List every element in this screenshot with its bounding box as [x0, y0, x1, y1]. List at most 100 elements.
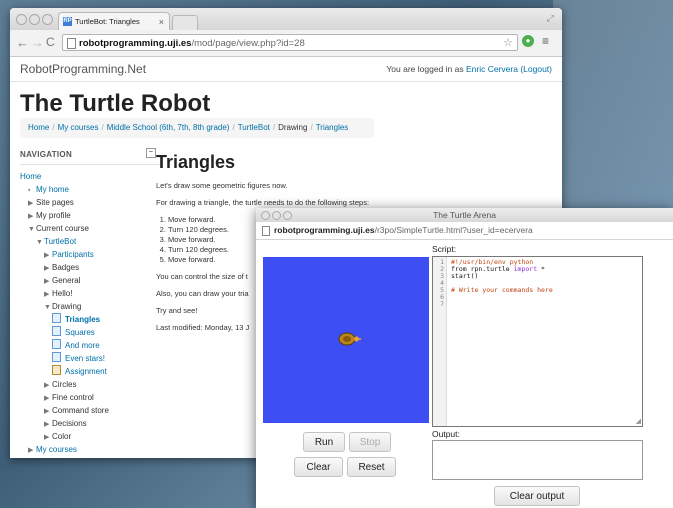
nav-item-label[interactable]: Badges — [52, 263, 79, 272]
nav-item-turtlebot[interactable]: ▼TurtleBot — [20, 235, 160, 248]
extension-icon[interactable]: ● — [522, 35, 534, 47]
page-resource-icon — [52, 326, 61, 336]
nav-item-even-stars[interactable]: Even stars! — [20, 352, 160, 365]
nav-item-label[interactable]: Circles — [52, 380, 76, 389]
browser-titlebar: RP TurtleBot: Triangles × ⤢ — [10, 8, 562, 30]
nav-item-fine-control[interactable]: ▶ Fine control — [20, 391, 160, 404]
nav-item-current-course[interactable]: ▼Current course — [20, 222, 160, 235]
nav-item-label[interactable]: Squares — [65, 328, 95, 337]
nav-item-label[interactable]: And more — [65, 341, 100, 350]
clear-output-button[interactable]: Clear output — [494, 486, 580, 506]
breadcrumb-separator: / — [101, 123, 104, 132]
navigation-heading: NAVIGATION − — [20, 148, 160, 165]
reset-button[interactable]: Reset — [347, 457, 396, 477]
navigation-tree: Home ▪ My home ▶ Site pages ▶ My profile ▼Curre… — [20, 170, 160, 456]
nav-item-hello[interactable]: ▶ Hello! — [20, 287, 160, 300]
nav-item-drawing[interactable]: ▼Drawing — [20, 300, 160, 313]
nav-item-command-store[interactable]: ▶ Command store — [20, 404, 160, 417]
breadcrumb-middle-school[interactable]: Middle School (6th, 7th, 8th grade) — [107, 123, 230, 132]
address-bar[interactable]: robotprogramming.uji.es/mod/page/view.ph… — [62, 34, 518, 51]
nav-item-label[interactable]: Site pages — [36, 198, 74, 207]
new-tab-button[interactable] — [172, 15, 198, 30]
nav-item-general[interactable]: ▶ General — [20, 274, 160, 287]
hamburger-menu-icon[interactable]: ≡ — [542, 34, 549, 48]
nav-item-label[interactable]: Hello! — [52, 289, 72, 298]
breadcrumb-triangles[interactable]: Triangles — [316, 123, 349, 132]
nav-item-my-profile[interactable]: ▶ My profile — [20, 209, 160, 222]
nav-item-label[interactable]: Current course — [36, 224, 89, 233]
nav-item-label[interactable]: Assignment — [65, 367, 107, 376]
run-button[interactable]: Run — [303, 432, 345, 452]
nav-item-my-home[interactable]: ▪ My home — [20, 183, 160, 196]
nav-item-label[interactable]: Participants — [52, 250, 94, 259]
nav-item-label[interactable]: Command store — [52, 406, 109, 415]
resize-grip-icon[interactable]: ◢ — [636, 417, 641, 425]
breadcrumb-home[interactable]: Home — [28, 123, 49, 132]
arena-url-path: /r3po/SimpleTurtle.html?user_id=ecervera — [374, 225, 533, 235]
site-name[interactable]: RobotProgramming.Net — [20, 62, 146, 76]
back-arrow-icon[interactable]: ← — [16, 35, 29, 50]
logout-link[interactable]: (Logout) — [520, 64, 552, 74]
nav-item-label[interactable]: Decisions — [52, 419, 87, 428]
nav-item-site-pages[interactable]: ▶ Site pages — [20, 196, 160, 209]
nav-item-label[interactable]: Even stars! — [65, 354, 105, 363]
turtle-icon — [338, 332, 361, 346]
bookmark-star-icon[interactable]: ☆ — [503, 35, 513, 52]
line-number-gutter: 1 2 3 4 5 6 7 — [433, 257, 447, 426]
close-window-icon[interactable] — [16, 14, 27, 25]
reload-icon[interactable]: C — [46, 35, 55, 49]
breadcrumb-separator: / — [52, 123, 55, 132]
tab-title: TurtleBot: Triangles — [75, 17, 140, 26]
nav-item-label[interactable]: General — [52, 276, 80, 285]
zoom-window-icon[interactable] — [42, 14, 53, 25]
nav-item-participants[interactable]: ▶ Participants — [20, 248, 160, 261]
breadcrumb-separator: / — [232, 123, 235, 132]
nav-item-label[interactable]: Fine control — [52, 393, 94, 402]
nav-item-label[interactable]: Color — [52, 432, 71, 441]
script-editor[interactable]: 1 2 3 4 5 6 7 #!/usr/bin/env python from… — [432, 256, 643, 427]
nav-item-circles[interactable]: ▶ Circles — [20, 378, 160, 391]
arena-address-bar[interactable]: robotprogramming.uji.es/r3po/SimpleTurtl… — [256, 222, 673, 240]
user-profile-link[interactable]: Enric Cervera — [466, 64, 518, 74]
nav-item-triangles[interactable]: Triangles — [20, 313, 160, 326]
import-line-end: * — [537, 265, 545, 273]
breadcrumb-turtlebot[interactable]: TurtleBot — [238, 123, 270, 132]
nav-item-label[interactable]: Triangles — [65, 315, 100, 324]
nav-item-badges[interactable]: ▶ Badges — [20, 261, 160, 274]
forward-arrow-icon[interactable]: → — [31, 35, 44, 50]
browser-tab[interactable]: RP TurtleBot: Triangles × — [58, 12, 170, 30]
page-title: The Turtle Robot — [20, 90, 211, 117]
content-heading: Triangles — [156, 152, 236, 172]
clear-button[interactable]: Clear — [294, 457, 343, 477]
collapsed-arrow-icon[interactable]: ▶ — [28, 444, 36, 457]
close-window-icon[interactable] — [261, 211, 270, 220]
nav-item-squares[interactable]: Squares — [20, 326, 160, 339]
nav-item-label[interactable]: Drawing — [52, 302, 81, 311]
nav-item-my-courses[interactable]: ▶ My courses — [20, 443, 160, 456]
tab-close-icon[interactable]: × — [159, 13, 164, 31]
page-resource-icon — [52, 352, 61, 362]
nav-item-home[interactable]: Home — [20, 170, 160, 183]
nav-item-label[interactable]: Home — [20, 172, 41, 181]
breadcrumb-my-courses[interactable]: My courses — [58, 123, 99, 132]
nav-item-and-more[interactable]: And more — [20, 339, 160, 352]
arena-url-domain: robotprogramming.uji.es — [274, 225, 375, 235]
minimize-window-icon[interactable] — [29, 14, 40, 25]
output-area[interactable] — [432, 440, 643, 480]
collapse-block-icon[interactable]: − — [146, 148, 156, 158]
minimize-window-icon[interactable] — [272, 211, 281, 220]
nav-item-label[interactable]: TurtleBot — [44, 237, 76, 246]
stop-button[interactable]: Stop — [349, 432, 391, 452]
nav-item-label[interactable]: My home — [36, 185, 69, 194]
nav-item-decisions[interactable]: ▶ Decisions — [20, 417, 160, 430]
zoom-window-icon[interactable] — [283, 211, 292, 220]
nav-item-assignment[interactable]: Assignment — [20, 365, 160, 378]
breadcrumb-drawing[interactable]: Drawing — [278, 123, 307, 132]
nav-item-label[interactable]: My profile — [36, 211, 71, 220]
turtle-canvas[interactable] — [263, 257, 429, 423]
fullscreen-icon[interactable]: ⤢ — [547, 13, 554, 24]
nav-item-label[interactable]: My courses — [36, 445, 77, 454]
navigation-block: NAVIGATION − Home ▪ My home ▶ Site pages ▶ My … — [20, 148, 160, 456]
arena-titlebar: The Turtle Arena — [256, 208, 673, 222]
nav-item-color[interactable]: ▶ Color — [20, 430, 160, 443]
